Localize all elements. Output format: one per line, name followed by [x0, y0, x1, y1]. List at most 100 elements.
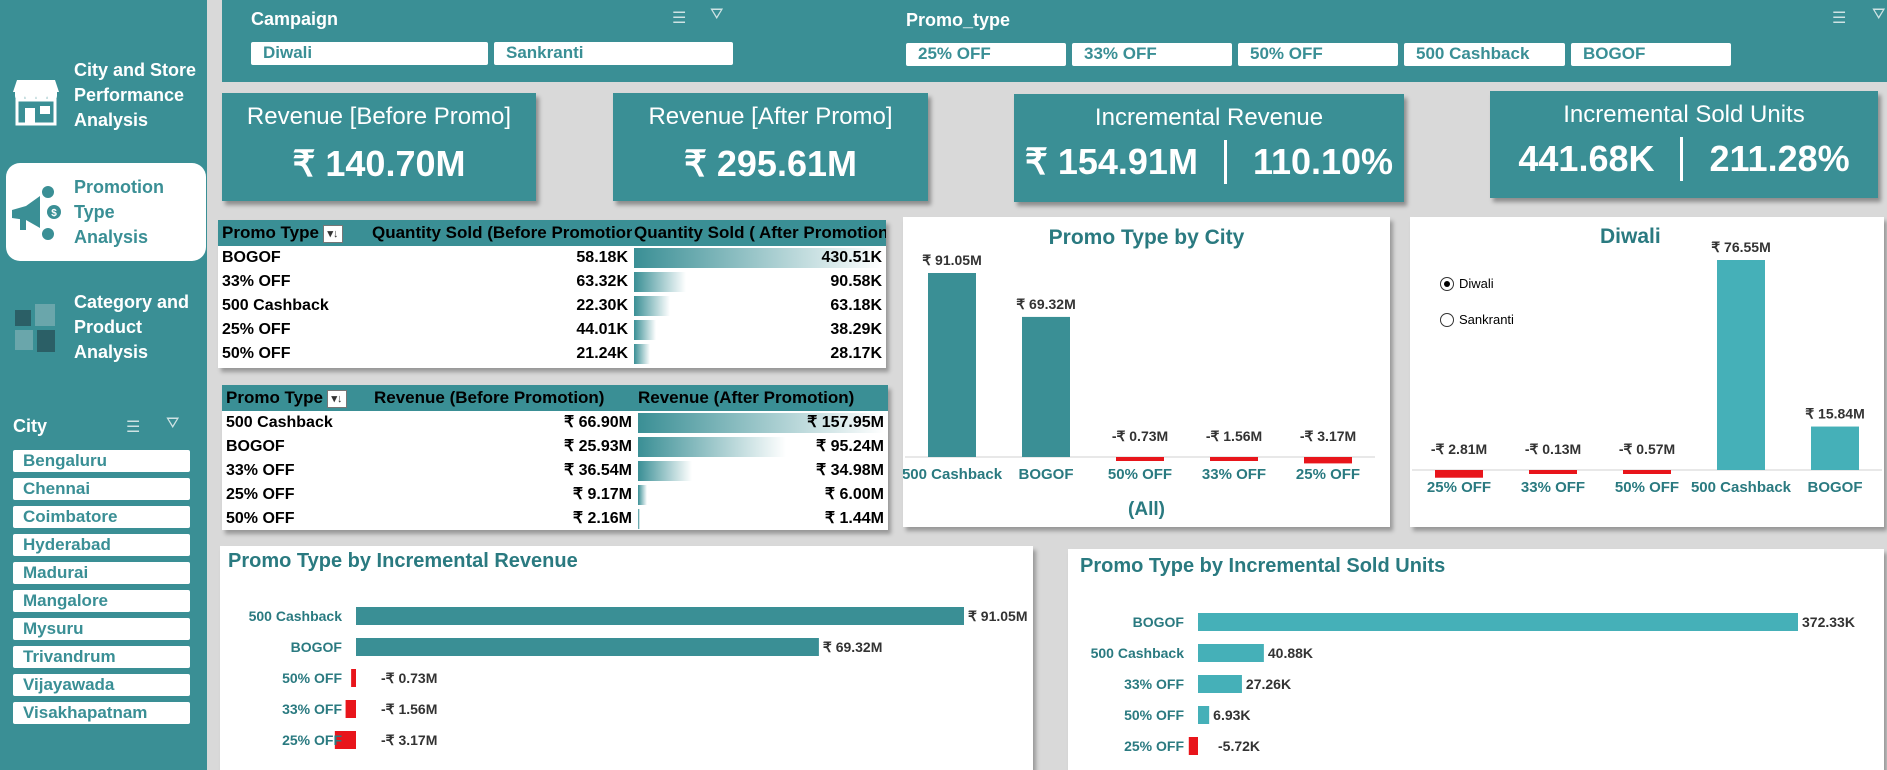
- data-label: -₹ 0.73M: [1112, 428, 1168, 444]
- data-bar: [638, 437, 787, 457]
- data-bar: [638, 509, 641, 529]
- city-slicer-title: City: [13, 416, 48, 436]
- chart-campaign: Diwali Diwali Sankranti -₹ 2.81M 25% OFF -…: [1410, 217, 1884, 527]
- data-label: -₹ 2.81M: [1431, 441, 1487, 457]
- cell-promo-type: 33% OFF: [222, 273, 291, 290]
- cell-after: 38.29K: [632, 318, 886, 342]
- promo-chip-25-off[interactable]: 25% OFF: [906, 43, 1066, 66]
- category-label: BOGOF: [1133, 614, 1185, 630]
- chart-canvas: 500 Cashback ₹ 91.05M BOGOF ₹ 69.32M 50% OFF…: [249, 607, 1028, 749]
- campaign-chip-diwali[interactable]: Diwali: [251, 42, 488, 65]
- multi-select-icon[interactable]: ☰: [126, 417, 140, 437]
- promo-chip-500-cashback[interactable]: 500 Cashback: [1404, 43, 1565, 66]
- city-chip-trivandrum[interactable]: Trivandrum: [13, 646, 190, 668]
- cell-promo-type: 50% OFF: [222, 345, 291, 362]
- cell-promo-type: BOGOF: [222, 249, 281, 266]
- table-row: 25% OFF 44.01K 38.29K: [218, 318, 886, 342]
- chart-promo-by-city: Promo Type by City ₹ 91.05M 500 Cashback ₹…: [903, 217, 1390, 527]
- category-label: 500 Cashback: [903, 466, 1003, 483]
- promo-chip-50-off[interactable]: 50% OFF: [1238, 43, 1398, 66]
- kpi-title: Incremental Revenue: [1094, 104, 1324, 131]
- clear-filter-icon[interactable]: ⛛: [1872, 6, 1885, 24]
- kpi-title: Revenue [After Promo]: [648, 103, 893, 130]
- promo-chip-33-off[interactable]: 33% OFF: [1072, 43, 1232, 66]
- cell-before: ₹ 66.90M: [564, 414, 632, 431]
- bar: [1022, 316, 1070, 457]
- data-label: -5.72K: [1218, 738, 1260, 754]
- kpi-title: Incremental Sold Units: [1563, 101, 1805, 128]
- column-header-promo-type[interactable]: Promo Type ▾↓: [218, 220, 370, 246]
- kpi-percent: 211.28%: [1709, 138, 1850, 179]
- kpi-value: ₹ 154.91M: [1024, 141, 1198, 182]
- category-label: 25% OFF: [1427, 479, 1491, 496]
- kpi-revenue-after: Revenue [After Promo] ₹ 295.61M: [613, 93, 928, 201]
- cell-before: ₹ 36.54M: [564, 462, 632, 479]
- cell-promo-type: 33% OFF: [226, 462, 295, 479]
- multi-select-icon[interactable]: ☰: [1832, 8, 1846, 28]
- chart-incremental-revenue: Promo Type by Incremental Revenue 500 Ca…: [220, 546, 1033, 770]
- cell-promo-type: 500 Cashback: [222, 297, 329, 314]
- cell-promo-type: BOGOF: [226, 438, 285, 455]
- chart-incremental-units: Promo Type by Incremental Sold Units BOG…: [1068, 549, 1884, 770]
- bar: [1198, 675, 1242, 693]
- cell-before: ₹ 2.16M: [572, 510, 632, 527]
- data-label: ₹ 15.84M: [1805, 406, 1865, 422]
- category-label: 25% OFF: [282, 732, 342, 748]
- clear-filter-icon[interactable]: ⛛: [710, 6, 723, 24]
- multi-select-icon[interactable]: ☰: [672, 8, 686, 28]
- data-bar: [634, 272, 687, 292]
- nav-label-line: Category and: [74, 292, 190, 312]
- cell-before: 63.32K: [576, 273, 628, 290]
- bar: [1529, 470, 1577, 474]
- cell-after: ₹ 34.98M: [636, 459, 888, 483]
- nav-city-store-analysis[interactable]: City and Store Performance Analysis: [0, 58, 207, 133]
- kpi-value: 441.68K: [1518, 138, 1655, 179]
- nav-category-product-analysis[interactable]: Category and Product Analysis: [0, 290, 207, 365]
- nav-promotion-type-analysis[interactable]: $ Promotion Type Analysis: [6, 163, 206, 261]
- nav-label-line: Analysis: [74, 110, 149, 130]
- store-icon: [10, 66, 62, 126]
- quantity-pivot-table: Promo Type ▾↓ Quantity Sold (Before Promo…: [218, 220, 886, 368]
- category-label: 33% OFF: [1521, 479, 1585, 496]
- column-header-promo-type[interactable]: Promo Type ▾↓: [222, 385, 372, 411]
- city-chip-coimbatore[interactable]: Coimbatore: [13, 506, 190, 528]
- data-label: -₹ 0.13M: [1525, 441, 1581, 457]
- kpi-incremental-units: Incremental Sold Units 441.68K 211.28%: [1490, 91, 1878, 198]
- bar: [1623, 470, 1671, 474]
- cell-before: 58.18K: [576, 249, 628, 266]
- nav-label-line: Product: [74, 317, 143, 337]
- data-bar: [638, 485, 648, 505]
- city-chip-vijayawada[interactable]: Vijayawada: [13, 674, 190, 696]
- data-label: -₹ 3.17M: [1300, 428, 1356, 444]
- bar: [1210, 457, 1258, 461]
- filter-dropdown-icon[interactable]: ▾↓: [322, 224, 343, 243]
- filter-dropdown-icon[interactable]: ▾↓: [326, 389, 347, 408]
- bar: [1116, 457, 1164, 461]
- city-chip-mysuru[interactable]: Mysuru: [13, 618, 190, 640]
- city-chip-madurai[interactable]: Madurai: [13, 562, 190, 584]
- city-chip-visakhapatnam[interactable]: Visakhapatnam: [13, 702, 190, 724]
- bar: [928, 273, 976, 457]
- city-chip-hyderabad[interactable]: Hyderabad: [13, 534, 190, 556]
- data-label: 6.93K: [1213, 707, 1250, 723]
- table-row: 50% OFF 21.24K 28.17K: [218, 342, 886, 366]
- category-label: 500 Cashback: [249, 608, 343, 624]
- city-chip-mangalore[interactable]: Mangalore: [13, 590, 190, 612]
- cell-promo-type: 500 Cashback: [226, 414, 333, 431]
- table-row: 33% OFF ₹ 36.54M ₹ 34.98M: [222, 459, 888, 483]
- kpi-incremental-revenue: Incremental Revenue ₹ 154.91M 110.10%: [1014, 94, 1404, 202]
- kpi-divider: [1680, 137, 1684, 181]
- campaign-chip-sankranti[interactable]: Sankranti: [494, 42, 733, 65]
- cell-before: ₹ 25.93M: [564, 438, 632, 455]
- category-label: 50% OFF: [1108, 466, 1172, 483]
- city-chip-chennai[interactable]: Chennai: [13, 478, 190, 500]
- chart-filter-label[interactable]: (All): [903, 499, 1390, 521]
- city-chip-bengaluru[interactable]: Bengaluru: [13, 450, 190, 472]
- kpi-value: ₹ 140.70M: [292, 143, 466, 184]
- cell-promo-type: 25% OFF: [222, 321, 291, 338]
- category-label: BOGOF: [1019, 466, 1074, 483]
- data-label: 372.33K: [1802, 614, 1855, 630]
- bar: [1435, 470, 1483, 478]
- clear-filter-icon[interactable]: ⛛: [166, 415, 179, 433]
- promo-chip-bogof[interactable]: BOGOF: [1571, 43, 1731, 66]
